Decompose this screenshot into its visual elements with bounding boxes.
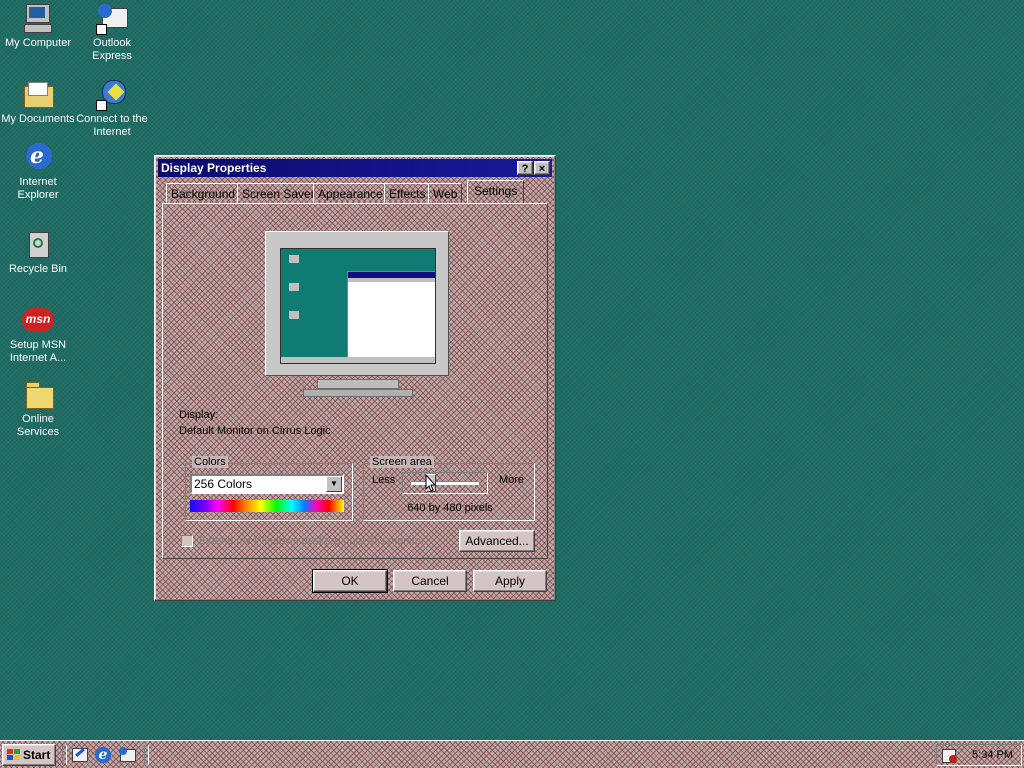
extend-desktop-checkbox[interactable]: [181, 535, 193, 547]
computer-icon: [22, 2, 54, 34]
icon-label: My Computer: [4, 37, 72, 49]
tab-screen-saver[interactable]: Screen Saver: [237, 183, 320, 203]
outlook-express-icon: ↗: [96, 2, 128, 35]
colors-dropdown[interactable]: 256 Colors ▼: [190, 474, 344, 494]
extend-desktop-label: Extend my Windows desktop onto this moni…: [199, 535, 428, 547]
internet-explorer-icon: e: [22, 141, 54, 173]
display-properties-dialog: Display Properties ? × Background Screen…: [154, 155, 556, 601]
taskbar-divider: [144, 745, 149, 765]
colors-dropdown-value: 256 Colors: [194, 477, 253, 491]
folder-documents-icon: [22, 78, 54, 110]
slider-more-label: More: [498, 474, 524, 486]
windows-logo-icon: [7, 749, 20, 761]
screen-area-slider[interactable]: [402, 472, 488, 494]
dialog-title: Display Properties: [161, 161, 267, 175]
clock[interactable]: 5:34 PM: [972, 749, 1013, 761]
icon-label: Recycle Bin: [8, 263, 68, 275]
display-label: Display:: [179, 409, 219, 421]
desktop-icon-outlook-express[interactable]: ↗ Outlook Express: [74, 2, 150, 63]
display-value: Default Monitor on Cirrus Logic: [179, 425, 331, 437]
scheduler-tray-icon[interactable]: [941, 747, 957, 763]
msn-logo-text: msn: [25, 312, 51, 326]
desktop-icon-my-computer[interactable]: My Computer: [0, 2, 76, 50]
monitor-foot: [303, 389, 413, 397]
recycle-bin-icon: [22, 228, 54, 260]
icon-label: Outlook Express: [92, 37, 132, 62]
dialog-titlebar[interactable]: Display Properties ? ×: [158, 159, 552, 177]
slider-track: [411, 481, 479, 485]
icon-label: Setup MSN Internet A...: [9, 339, 67, 364]
mouse-cursor-icon: [425, 474, 437, 492]
quicklaunch-divider: [62, 745, 67, 765]
close-button[interactable]: ×: [534, 161, 550, 175]
show-desktop-icon[interactable]: [70, 746, 88, 764]
folder-icon: [22, 378, 54, 410]
desktop-icon-setup-msn[interactable]: msn Setup MSN Internet A...: [0, 304, 76, 365]
desktop-icon-recycle-bin[interactable]: Recycle Bin: [0, 228, 76, 276]
ok-button[interactable]: OK: [312, 569, 388, 593]
desktop-icon-my-documents[interactable]: My Documents: [0, 78, 76, 126]
tab-settings[interactable]: Settings: [467, 180, 525, 204]
icon-label: Online Services: [16, 413, 60, 438]
colors-legend: Colors: [192, 456, 228, 468]
color-spectrum-bar: [190, 500, 344, 512]
desktop-icon-online-services[interactable]: Online Services: [0, 378, 76, 439]
chevron-down-icon[interactable]: ▼: [326, 476, 342, 492]
outlook-express-quicklaunch-icon[interactable]: [118, 746, 136, 764]
monitor-neck: [317, 379, 399, 389]
tab-web[interactable]: Web: [428, 183, 463, 203]
apply-button[interactable]: Apply: [473, 570, 547, 592]
screen-area-group: Screen area Less More 640 by 480 pixels: [363, 456, 535, 521]
screen-area-legend: Screen area: [370, 456, 434, 468]
internet-explorer-quicklaunch-icon[interactable]: e: [94, 746, 112, 764]
colors-group: Colors 256 Colors ▼: [185, 456, 353, 521]
tab-effects[interactable]: Effects: [384, 183, 431, 203]
icon-label: Internet Explorer: [17, 176, 59, 201]
start-button[interactable]: Start: [2, 744, 56, 766]
connect-wizard-icon: ↗: [96, 78, 128, 111]
desktop-icon-internet-explorer[interactable]: e Internet Explorer: [0, 141, 76, 202]
settings-panel: Display: Default Monitor on Cirrus Logic…: [162, 203, 548, 559]
monitor-screen-preview: [280, 248, 436, 364]
start-label: Start: [23, 748, 51, 762]
icon-label: Connect to the Internet: [76, 113, 148, 138]
resolution-label: 640 by 480 pixels: [407, 502, 493, 514]
advanced-button[interactable]: Advanced...: [459, 530, 535, 552]
cancel-button[interactable]: Cancel: [393, 570, 467, 592]
tab-appearance[interactable]: Appearance: [313, 183, 388, 203]
tab-background[interactable]: Background: [166, 183, 241, 203]
slider-less-label: Less: [372, 474, 396, 486]
help-button[interactable]: ?: [517, 161, 533, 175]
system-tray: 5:34 PM: [936, 744, 1022, 766]
msn-icon: msn: [22, 304, 54, 336]
desktop-icon-connect-internet[interactable]: ↗ Connect to the Internet: [74, 78, 150, 139]
monitor-bezel: [265, 231, 449, 376]
taskbar: Start e 5:34 PM: [0, 740, 1024, 768]
monitor-preview: [265, 231, 449, 401]
icon-label: My Documents: [1, 113, 75, 125]
